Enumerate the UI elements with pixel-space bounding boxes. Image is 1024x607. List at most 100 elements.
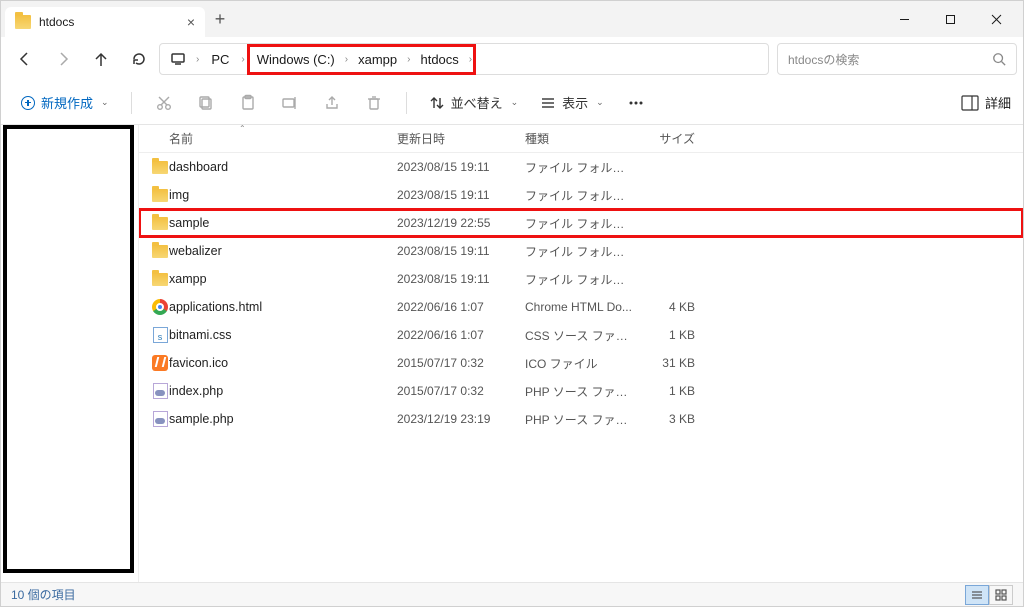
chevron-right-icon[interactable]: ›: [194, 54, 201, 65]
file-date: 2023/12/19 23:19: [397, 412, 525, 426]
folder-icon: [15, 15, 31, 29]
file-row[interactable]: webalizer2023/08/15 19:11ファイル フォルダー: [139, 237, 1023, 265]
file-type: PHP ソース ファイル: [525, 383, 633, 400]
pc-icon[interactable]: [164, 41, 192, 77]
col-size[interactable]: サイズ: [633, 130, 703, 147]
file-row[interactable]: applications.html2022/06/16 1:07Chrome H…: [139, 293, 1023, 321]
tab-htdocs[interactable]: htdocs ×: [5, 7, 205, 37]
col-name[interactable]: 名前: [169, 130, 193, 147]
chevron-right-icon[interactable]: ›: [343, 54, 350, 65]
item-count: 10 個の項目: [11, 586, 76, 603]
col-type[interactable]: 種類: [525, 130, 633, 147]
plus-icon: [21, 96, 35, 110]
file-date: 2023/12/19 22:55: [397, 216, 525, 230]
view-button[interactable]: 表示 ⌄: [532, 89, 612, 116]
file-type: ファイル フォルダー: [525, 215, 633, 232]
file-type: PHP ソース ファイル: [525, 411, 633, 428]
column-headers[interactable]: 名前 ⌃ 更新日時 種類 サイズ: [139, 125, 1023, 153]
php-file-icon: [153, 383, 168, 399]
separator: [131, 92, 132, 114]
file-row[interactable]: sample 2023/12/19 22:55ファイル フォルダー: [139, 209, 1023, 237]
close-tab-button[interactable]: ×: [187, 14, 195, 30]
maximize-button[interactable]: [927, 1, 973, 37]
file-row[interactable]: xampp 2023/08/15 19:11ファイル フォルダー: [139, 265, 1023, 293]
file-name: sample: [169, 216, 209, 230]
file-row[interactable]: favicon.ico2015/07/17 0:32ICO ファイル31 KB: [139, 349, 1023, 377]
chevron-right-icon[interactable]: ›: [405, 54, 412, 65]
search-placeholder: htdocsの検索: [788, 51, 859, 68]
close-window-button[interactable]: [973, 1, 1019, 37]
file-name: webalizer: [169, 244, 222, 258]
chrome-icon: [152, 299, 168, 315]
navbar: › PC › Windows (C:) › xampp › htdocs › h…: [1, 37, 1023, 81]
sort-button[interactable]: 並べ替え ⌄: [421, 89, 527, 116]
chevron-right-icon[interactable]: ›: [239, 54, 246, 65]
toolbar: 新規作成 ⌄ 並べ替え ⌄ 表示 ⌄ 詳細: [1, 81, 1023, 125]
folder-icon: [152, 161, 168, 174]
cut-button[interactable]: [146, 85, 182, 121]
file-type: CSS ソース ファイル: [525, 327, 633, 344]
crumb-xampp[interactable]: xampp: [350, 48, 405, 71]
file-type: Chrome HTML Do...: [525, 300, 633, 314]
new-button[interactable]: 新規作成 ⌄: [13, 89, 117, 116]
details-view-button[interactable]: [965, 585, 989, 605]
file-type: ファイル フォルダー: [525, 159, 633, 176]
file-date: 2023/08/15 19:11: [397, 272, 525, 286]
file-date: 2023/08/15 19:11: [397, 188, 525, 202]
view-label: 表示: [562, 93, 588, 112]
new-tab-button[interactable]: +: [205, 9, 235, 30]
file-name: xampp: [169, 272, 207, 286]
file-name: favicon.ico: [169, 356, 228, 370]
search-input[interactable]: htdocsの検索: [777, 43, 1017, 75]
statusbar: 10 個の項目: [1, 582, 1023, 606]
icons-view-button[interactable]: [989, 585, 1013, 605]
view-toggle: [965, 585, 1013, 605]
refresh-button[interactable]: [121, 41, 157, 77]
crumb-htdocs[interactable]: htdocs: [412, 48, 466, 71]
file-size: 1 KB: [633, 384, 703, 398]
php-file-icon: [153, 411, 168, 427]
chevron-down-icon: ⌄: [596, 97, 604, 108]
file-row[interactable]: sample.php2023/12/19 23:19PHP ソース ファイル3 …: [139, 405, 1023, 433]
file-row[interactable]: index.php2015/07/17 0:32PHP ソース ファイル1 KB: [139, 377, 1023, 405]
file-row[interactable]: img 2023/08/15 19:11ファイル フォルダー: [139, 181, 1023, 209]
file-name: img: [169, 188, 189, 202]
more-button[interactable]: [618, 85, 654, 121]
file-size: 31 KB: [633, 356, 703, 370]
detail-icon: [961, 95, 979, 111]
separator: [406, 92, 407, 114]
col-date[interactable]: 更新日時: [397, 130, 525, 147]
share-button[interactable]: [314, 85, 350, 121]
address-bar[interactable]: › PC › Windows (C:) › xampp › htdocs ›: [159, 43, 769, 75]
minimize-button[interactable]: [881, 1, 927, 37]
xampp-icon: [152, 355, 168, 371]
search-icon: [992, 52, 1006, 66]
detail-label: 詳細: [985, 93, 1011, 112]
sort-icon: [429, 95, 445, 111]
file-date: 2015/07/17 0:32: [397, 356, 525, 370]
sidebar[interactable]: [1, 125, 139, 584]
sort-asc-icon: ⌃: [239, 125, 246, 133]
up-button[interactable]: [83, 41, 119, 77]
file-row[interactable]: sbitnami.css2022/06/16 1:07CSS ソース ファイル1…: [139, 321, 1023, 349]
folder-icon: [152, 217, 168, 230]
file-row[interactable]: dashboard2023/08/15 19:11ファイル フォルダー: [139, 153, 1023, 181]
content-area: 名前 ⌃ 更新日時 種類 サイズ dashboard2023/08/15 19:…: [1, 125, 1023, 584]
new-label: 新規作成: [41, 93, 93, 112]
delete-button[interactable]: [356, 85, 392, 121]
back-button[interactable]: [7, 41, 43, 77]
file-name: sample.php: [169, 412, 234, 426]
file-date: 2015/07/17 0:32: [397, 384, 525, 398]
forward-button[interactable]: [45, 41, 81, 77]
crumb-drive[interactable]: Windows (C:): [249, 48, 343, 71]
file-name: applications.html: [169, 300, 262, 314]
rename-button[interactable]: [272, 85, 308, 121]
file-type: ファイル フォルダー: [525, 271, 633, 288]
tab-title: htdocs: [39, 15, 74, 29]
detail-pane-button[interactable]: 詳細: [961, 93, 1011, 112]
crumb-pc[interactable]: PC: [203, 48, 237, 71]
copy-button[interactable]: [188, 85, 224, 121]
file-type: ファイル フォルダー: [525, 187, 633, 204]
chevron-right-icon[interactable]: ›: [467, 54, 474, 65]
paste-button[interactable]: [230, 85, 266, 121]
